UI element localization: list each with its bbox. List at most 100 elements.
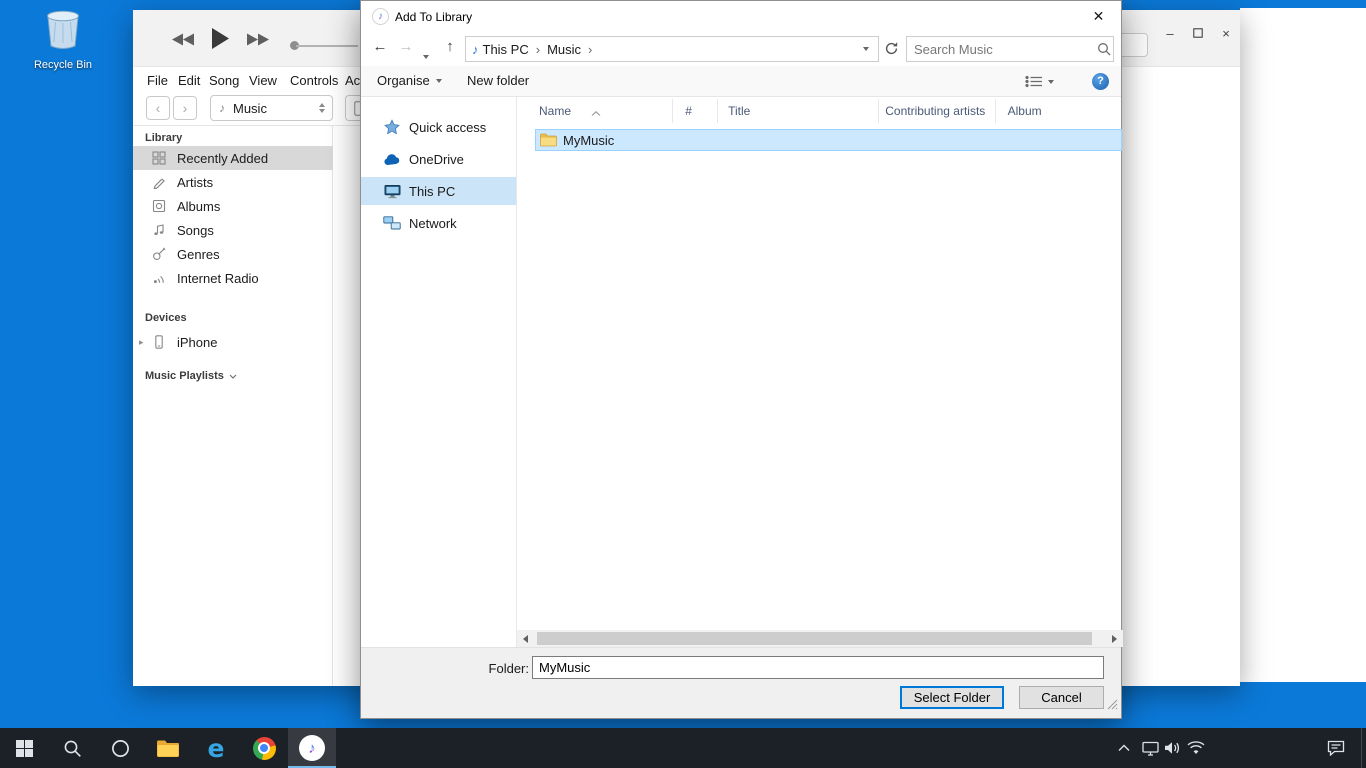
- search-icon: [63, 739, 82, 758]
- up-arrow-icon[interactable]: ↑: [439, 38, 461, 55]
- file-row-mymusic[interactable]: MyMusic: [535, 129, 1122, 151]
- menu-file[interactable]: File: [147, 69, 168, 93]
- dialog-footer: Folder: Select Folder Cancel: [361, 647, 1121, 718]
- address-dropdown-icon[interactable]: [863, 47, 869, 51]
- column-number[interactable]: #: [673, 99, 718, 123]
- nav-pane-onedrive[interactable]: OneDrive: [361, 145, 516, 173]
- taskbar-search-button[interactable]: [48, 728, 96, 768]
- new-folder-button[interactable]: New folder: [467, 73, 529, 88]
- search-box[interactable]: [906, 36, 1114, 62]
- column-album[interactable]: Album: [996, 99, 1120, 123]
- back-arrow-icon[interactable]: ←: [369, 38, 391, 55]
- volume-tray-icon[interactable]: [1160, 728, 1184, 768]
- view-mode-button[interactable]: [1025, 75, 1054, 88]
- menu-song[interactable]: Song: [209, 69, 239, 93]
- select-folder-button[interactable]: Select Folder: [900, 686, 1004, 709]
- column-contributing-artists[interactable]: Contributing artists: [879, 99, 995, 123]
- nav-pane-quick-access[interactable]: Quick access: [361, 113, 516, 141]
- add-to-library-dialog: ♪ Add To Library ✕ ← → ↑ ♪ This PC › Mus…: [360, 0, 1122, 719]
- breadcrumb-this-pc[interactable]: This PC: [483, 42, 529, 57]
- column-name[interactable]: Name: [517, 99, 673, 123]
- recycle-bin[interactable]: Recycle Bin: [26, 8, 100, 71]
- hidden-icons-chevron[interactable]: [1112, 728, 1136, 768]
- pencil-icon: [151, 175, 166, 190]
- recycle-bin-label: Recycle Bin: [26, 59, 100, 71]
- chevron-down-icon: [229, 374, 237, 379]
- forward-button[interactable]: ›: [173, 96, 197, 120]
- file-explorer-button[interactable]: [144, 728, 192, 768]
- scrollbar-thumb[interactable]: [537, 632, 1092, 645]
- music-folder-icon: ♪: [472, 42, 479, 57]
- help-icon[interactable]: ?: [1092, 73, 1109, 90]
- folder-icon: [540, 133, 557, 147]
- network-tray-icon[interactable]: [1184, 728, 1208, 768]
- chrome-button[interactable]: [240, 728, 288, 768]
- breadcrumb-music[interactable]: Music: [547, 42, 581, 57]
- music-note-icon: [151, 223, 166, 238]
- windows-logo-icon: [16, 740, 33, 757]
- sidebar-item-genres[interactable]: Genres: [133, 242, 333, 266]
- cortana-button[interactable]: [96, 728, 144, 768]
- sidebar-item-recently-added[interactable]: Recently Added: [133, 146, 333, 170]
- volume-slider[interactable]: [296, 45, 358, 47]
- organise-button[interactable]: Organise: [377, 73, 442, 88]
- media-kind-selector[interactable]: ♪ Music: [210, 95, 333, 121]
- taskbar: e ♪: [0, 728, 1366, 768]
- sidebar-item-internet-radio[interactable]: Internet Radio: [133, 266, 333, 290]
- start-button[interactable]: [0, 728, 48, 768]
- itunes-taskbar-button[interactable]: ♪: [288, 728, 336, 768]
- cloud-icon: [383, 153, 401, 166]
- forward-arrow-icon[interactable]: →: [395, 38, 417, 55]
- fast-forward-button[interactable]: [246, 32, 272, 52]
- iphone-icon: [151, 335, 166, 350]
- sidebar-item-albums[interactable]: Albums: [133, 194, 333, 218]
- scroll-left-icon[interactable]: [517, 630, 534, 647]
- cancel-button[interactable]: Cancel: [1019, 686, 1104, 709]
- pane-divider: [516, 97, 517, 647]
- scroll-right-icon[interactable]: [1106, 630, 1123, 647]
- chevron-right-icon[interactable]: ›: [536, 42, 540, 57]
- play-button[interactable]: [211, 27, 230, 55]
- menu-view[interactable]: View: [249, 69, 277, 93]
- selector-chevrons-icon: [319, 103, 325, 113]
- music-playlists-header[interactable]: Music Playlists: [145, 370, 237, 382]
- sidebar-item-iphone[interactable]: ▸ iPhone: [133, 330, 333, 354]
- chevron-down-icon: [436, 79, 442, 83]
- sidebar-item-songs[interactable]: Songs: [133, 218, 333, 242]
- back-button[interactable]: ‹: [146, 96, 170, 120]
- edge-button[interactable]: e: [192, 728, 240, 768]
- resize-grip[interactable]: [1107, 697, 1118, 715]
- maximize-button[interactable]: [1187, 24, 1209, 44]
- horizontal-scrollbar[interactable]: [517, 630, 1123, 647]
- display-tray-icon[interactable]: [1138, 728, 1162, 768]
- history-chevron-icon[interactable]: [423, 46, 429, 64]
- search-icon[interactable]: [1097, 42, 1111, 56]
- address-bar[interactable]: ♪ This PC › Music ›: [465, 36, 879, 62]
- grid-icon: [151, 151, 166, 166]
- nav-pane-this-pc[interactable]: This PC: [361, 177, 516, 205]
- folder-name-input[interactable]: [532, 656, 1104, 679]
- library-header: Library: [145, 132, 182, 144]
- disclosure-triangle-icon[interactable]: ▸: [139, 337, 144, 348]
- itunes-sidebar: Library Recently Added Artists Albums: [133, 126, 333, 686]
- nav-pane-network[interactable]: Network: [361, 209, 516, 237]
- chevron-right-icon[interactable]: ›: [588, 42, 592, 57]
- action-center-icon[interactable]: [1318, 728, 1354, 768]
- search-input[interactable]: [907, 42, 1090, 57]
- menu-edit[interactable]: Edit: [178, 69, 200, 93]
- dialog-title-bar[interactable]: ♪ Add To Library ✕: [361, 1, 1121, 32]
- sidebar-item-artists[interactable]: Artists: [133, 170, 333, 194]
- guitar-icon: [151, 247, 166, 262]
- details-view-icon: [1025, 75, 1043, 88]
- close-button[interactable]: ×: [1215, 24, 1237, 44]
- column-title[interactable]: Title: [718, 99, 879, 123]
- menu-account-partial[interactable]: Ac: [345, 69, 360, 93]
- sort-ascending-icon: [591, 100, 601, 123]
- close-icon[interactable]: ✕: [1076, 1, 1121, 31]
- minimize-button[interactable]: –: [1159, 24, 1181, 44]
- refresh-icon[interactable]: [884, 41, 899, 61]
- rewind-button[interactable]: [171, 32, 197, 52]
- menu-controls[interactable]: Controls: [290, 69, 338, 93]
- folder-label: Folder:: [465, 661, 529, 676]
- show-desktop-button[interactable]: [1361, 728, 1366, 768]
